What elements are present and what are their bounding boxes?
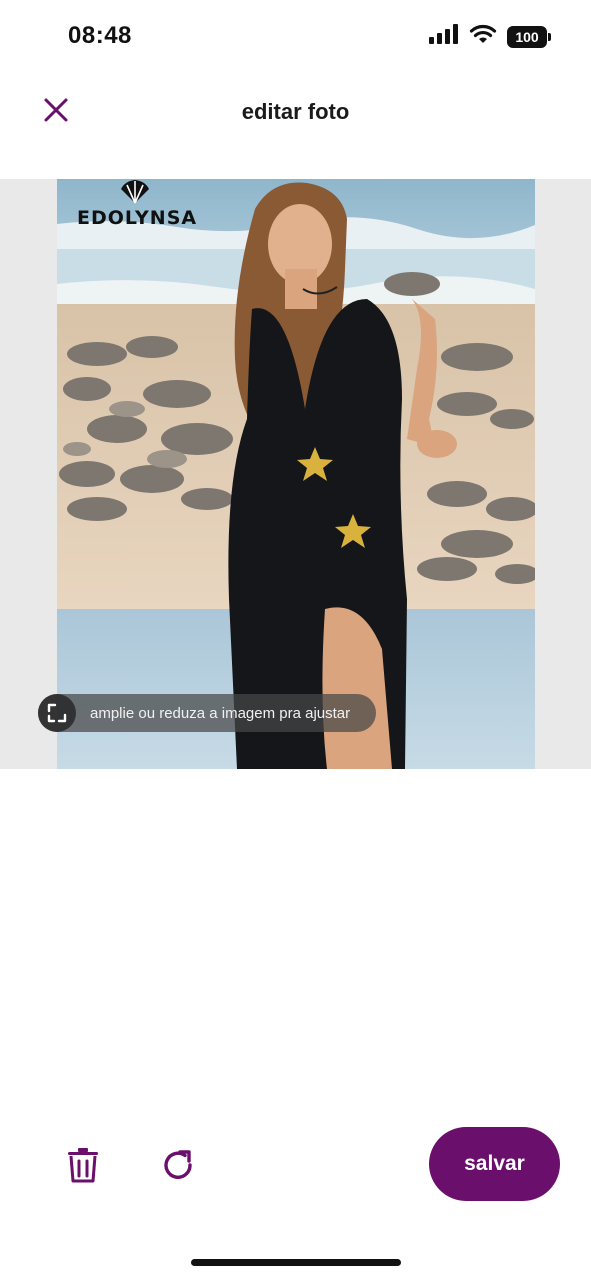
resize-icon <box>38 694 76 732</box>
brand-name: EDOLYNSA <box>77 207 198 229</box>
header: editar foto <box>0 80 591 144</box>
photo-editor: EDOLYNSA amplie ou reduza a imagem pra a… <box>0 179 591 769</box>
delete-button[interactable] <box>58 1142 108 1192</box>
status-bar: 08:48 100 <box>0 0 591 72</box>
page-title: editar foto <box>241 99 350 124</box>
bottom-toolbar: salvar <box>0 1120 591 1210</box>
rotate-icon <box>160 1147 196 1188</box>
status-icons: 100 <box>429 24 551 49</box>
save-button[interactable]: salvar <box>429 1127 560 1201</box>
battery-icon: 100 <box>507 25 551 48</box>
home-indicator[interactable] <box>191 1259 401 1266</box>
rotate-button[interactable] <box>153 1142 203 1192</box>
trash-icon <box>67 1147 99 1188</box>
editable-photo[interactable]: EDOLYNSA <box>57 179 535 769</box>
zoom-hint: amplie ou reduza a imagem pra ajustar <box>38 694 377 732</box>
zoom-hint-text: amplie ou reduza a imagem pra ajustar <box>90 704 351 722</box>
brand-logo: EDOLYNSA <box>67 179 197 229</box>
status-time: 08:48 <box>68 22 132 49</box>
wifi-icon <box>469 24 497 49</box>
photo-image <box>57 179 535 769</box>
cellular-signal-icon <box>429 24 459 49</box>
shell-logo-icon <box>121 180 149 204</box>
